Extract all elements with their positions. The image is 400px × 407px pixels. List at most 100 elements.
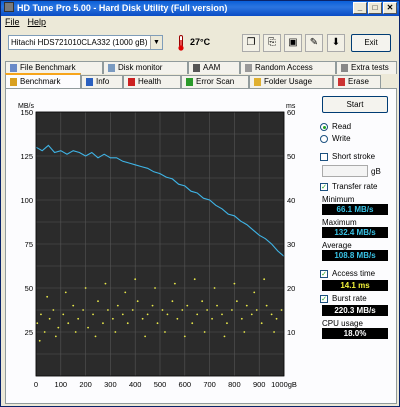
benchmark-icon [10, 77, 17, 86]
access-time-point [265, 304, 268, 307]
average-value: 108.8 MB/s [322, 250, 388, 261]
error-scan-icon [186, 78, 193, 86]
y-right-tick-label: 20 [287, 284, 295, 293]
cpu-usage-value: 18.0% [322, 328, 388, 339]
access-time-point [146, 313, 149, 316]
x-tick-label: 700 [203, 380, 216, 389]
access-time-point [253, 291, 256, 294]
access-time-point [181, 309, 184, 311]
y-right-tick-label: 40 [287, 196, 295, 205]
toolbar: Hitachi HDS721010CLA332 (1000 gB) ▼ 27°C… [1, 30, 399, 58]
read-radio[interactable]: Read [320, 122, 392, 131]
save-icon[interactable]: ▣ [284, 34, 302, 52]
access-time-point [144, 335, 147, 338]
x-tick-label: 0 [34, 380, 38, 389]
access-time-point [171, 300, 174, 303]
access-time-point [126, 322, 129, 325]
write-radio[interactable]: Write [320, 134, 392, 143]
access-time-point [226, 322, 228, 325]
access-time-point [136, 300, 139, 303]
maximize-button[interactable]: □ [368, 2, 382, 14]
tab-folder-usage[interactable]: Folder Usage [249, 75, 333, 88]
y-right-tick-label: 60 [287, 108, 295, 117]
tab-erase[interactable]: Erase [333, 75, 381, 88]
access-time-checkbox[interactable]: ✓ Access time [320, 269, 392, 278]
access-time-value: 14.1 ms [322, 280, 388, 291]
access-time-point [54, 335, 57, 338]
tab-random-access[interactable]: Random Access [240, 61, 336, 74]
tab-health[interactable]: Health [123, 75, 181, 88]
burst-rate-value: 220.3 MB/s [322, 305, 388, 316]
tab-info[interactable]: Info [81, 75, 123, 88]
tab-extra-tests[interactable]: Extra tests [336, 61, 397, 74]
close-button[interactable]: ✕ [383, 2, 397, 14]
file-benchmark-icon [10, 64, 17, 72]
access-time-point [82, 309, 85, 311]
random-access-icon [245, 64, 252, 72]
erase-icon [338, 78, 345, 86]
copy-screenshot-icon[interactable]: ⎘ [263, 34, 281, 52]
access-time-point [203, 331, 206, 333]
access-time-point [156, 322, 159, 325]
average-label: Average [322, 241, 352, 250]
title-bar[interactable]: HD Tune Pro 5.00 - Hard Disk Utility (Fu… [1, 1, 399, 16]
chevron-down-icon[interactable]: ▼ [150, 36, 162, 49]
access-time-point [141, 317, 144, 320]
write-radio-dot [320, 134, 328, 143]
access-time-point [94, 335, 97, 338]
access-time-point [72, 304, 75, 307]
tab-error-scan[interactable]: Error Scan [181, 75, 249, 88]
burst-rate-checkbox[interactable]: ✓ Burst rate [320, 294, 392, 303]
options-icon[interactable]: ✎ [305, 34, 323, 52]
download-arrow-icon[interactable]: ⬇ [327, 34, 345, 52]
access-time-point [275, 317, 278, 320]
stroke-size-stepper[interactable]: gB [322, 165, 392, 177]
menu-help[interactable]: Help [28, 16, 47, 29]
x-tick-label: 100 [55, 380, 68, 389]
tab-aam[interactable]: AAM [188, 61, 240, 74]
app-window: HD Tune Pro 5.00 - Hard Disk Utility (Fu… [0, 0, 400, 407]
access-time-point [121, 313, 124, 316]
access-time-point [154, 287, 156, 289]
transfer-rate-checkbox[interactable]: ✓ Transfer rate [320, 182, 392, 191]
access-time-point [270, 313, 273, 316]
y-left-tick-label: 150 [20, 108, 33, 117]
access-time-point [40, 313, 42, 316]
short-stroke-checkbox[interactable]: Short stroke [320, 152, 392, 161]
access-time-point [97, 300, 99, 303]
access-time-box: ✓ [320, 269, 328, 278]
tab-disk-monitor[interactable]: Disk monitor [103, 61, 188, 74]
menu-bar: File Help [1, 16, 399, 29]
access-time-point [116, 304, 119, 307]
drive-select[interactable]: Hitachi HDS721010CLA332 (1000 gB) ▼ [8, 35, 163, 50]
tab-benchmark[interactable]: Benchmark [5, 73, 81, 88]
access-time-point [183, 335, 186, 338]
access-time-point [250, 313, 253, 316]
x-tick-label: 300 [104, 380, 117, 389]
access-time-point [231, 309, 233, 311]
access-time-point [221, 313, 223, 316]
access-time-point [164, 331, 166, 333]
access-time-point [104, 282, 107, 285]
access-time-point [166, 313, 169, 316]
access-time-point [36, 322, 39, 325]
exit-button[interactable]: Exit [351, 34, 391, 52]
access-time-point [191, 322, 194, 325]
minimize-button[interactable]: _ [353, 2, 367, 14]
stroke-size-field[interactable] [322, 165, 368, 177]
benchmark-panel: MB/s ms 150 125 100 75 50 25 60 50 40 30 20 10 0 100 200… [5, 88, 397, 404]
access-time-point [151, 304, 154, 307]
access-time-point [84, 287, 87, 289]
copy-info-icon[interactable]: ❐ [242, 34, 260, 52]
access-time-point [77, 317, 80, 320]
menu-file[interactable]: File [5, 16, 20, 29]
disk-monitor-icon [108, 64, 115, 72]
y-left-tick-label: 75 [25, 240, 33, 249]
access-time-point [48, 317, 51, 320]
access-time-point [134, 278, 137, 281]
maximum-value: 132.4 MB/s [322, 227, 388, 238]
access-time-point [240, 317, 243, 320]
access-time-point [87, 326, 89, 329]
folder-usage-icon [254, 78, 261, 86]
start-button[interactable]: Start [322, 96, 388, 113]
